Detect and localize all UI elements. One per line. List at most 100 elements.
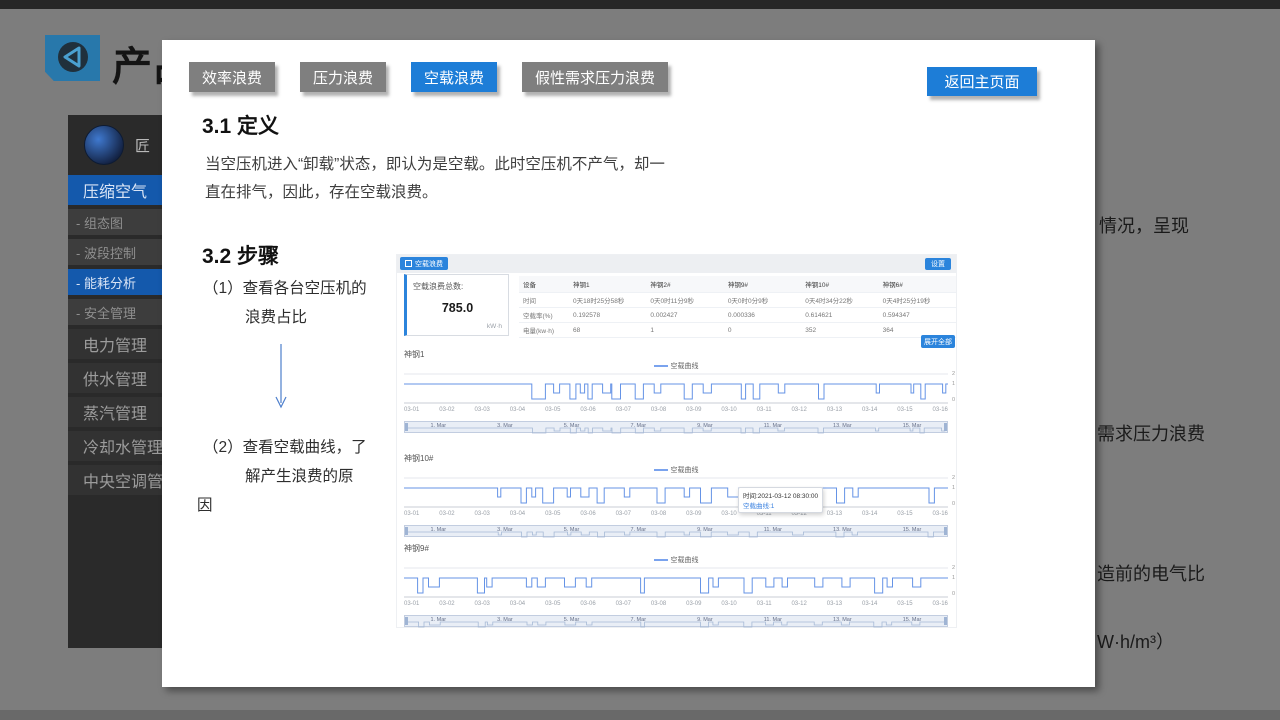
table-header-cell: 神钢1: [569, 279, 646, 289]
table-cell: 空载率(%): [519, 310, 569, 320]
flow-arrow-icon: [274, 343, 288, 411]
x-axis-tick: 03-09: [686, 407, 701, 413]
product-logo-badge[interactable]: [45, 35, 100, 81]
x-axis-tick: 03-10: [721, 511, 736, 517]
sidebar-item[interactable]: - 能耗分析: [68, 269, 162, 295]
sidebar-item[interactable]: 蒸汽管理: [68, 397, 162, 427]
chart-title: 神钢10#: [404, 453, 433, 464]
table-row: 空载率(%)0.1925780.0024270.0003360.6146210.…: [519, 308, 956, 323]
brush-tick: 3. Mar: [497, 527, 513, 533]
x-axis-tick: 03-08: [651, 601, 666, 607]
brush-tick: 5. Mar: [564, 527, 580, 533]
sidebar-item[interactable]: 中央空调管理: [68, 465, 162, 495]
table-cell: 0天18时25分58秒: [569, 295, 646, 305]
brush-tick: 11. Mar: [764, 423, 782, 429]
idle-waste-total-card: 空载浪费总数: 785.0 kW·h: [404, 274, 509, 336]
x-axis-ticks: 03-0103-0203-0303-0403-0503-0603-0703-08…: [404, 407, 948, 413]
datazoom-brush[interactable]: 1. Mar3. Mar5. Mar7. Mar9. Mar11. Mar13.…: [404, 525, 948, 537]
x-axis-tick: 03-09: [686, 511, 701, 517]
brush-tick: 9. Mar: [697, 527, 713, 533]
table-header-cell: 神钢9#: [724, 279, 801, 289]
dashboard-header: [397, 255, 956, 273]
datazoom-brush[interactable]: 1. Mar3. Mar5. Mar7. Mar9. Mar11. Mar13.…: [404, 615, 948, 627]
brush-tick: 3. Mar: [497, 617, 513, 623]
legend-label: 空载曲线: [671, 363, 699, 370]
return-home-button[interactable]: 返回主页面: [927, 67, 1037, 96]
brush-tick: 13. Mar: [833, 423, 852, 429]
x-axis-ticks: 03-0103-0203-0303-0403-0503-0603-0703-08…: [404, 511, 948, 517]
bottom-letterbox-bar: [0, 710, 1280, 720]
y-axis-label: 2: [952, 475, 955, 481]
brush-tick: 9. Mar: [697, 617, 713, 623]
step-2-text: （2）查看空载曲线，了: [203, 435, 367, 457]
datazoom-brush[interactable]: 1. Mar3. Mar5. Mar7. Mar9. Mar11. Mar13.…: [404, 421, 948, 433]
table-header-cell: 神钢10#: [801, 279, 878, 289]
brush-tick: 5. Mar: [564, 617, 580, 623]
tab-1[interactable]: 效率浪费: [189, 62, 275, 92]
chart-legend: 空载曲线: [404, 361, 948, 371]
table-cell: 0.192578: [569, 312, 646, 319]
x-axis-tick: 03-01: [404, 511, 419, 517]
sidebar-item[interactable]: 供水管理: [68, 363, 162, 393]
y-axis-label: 0: [952, 591, 955, 597]
x-axis-tick: 03-16: [933, 511, 948, 517]
tab-3[interactable]: 空载浪费: [411, 62, 497, 92]
brush-tick: 13. Mar: [833, 617, 852, 623]
chart-title: 神钢9#: [404, 543, 429, 554]
brush-tick: 1. Mar: [431, 527, 447, 533]
brush-tick: 15. Mar: [903, 527, 922, 533]
x-axis-tick: 03-16: [933, 407, 948, 413]
table-cell: 1: [646, 327, 723, 334]
y-axis-label: 0: [952, 501, 955, 507]
dashboard-screenshot: 空载浪费 设置 空载浪费总数: 785.0 kW·h 设备神钢1神钢2#神钢9#…: [396, 254, 957, 628]
device-table: 设备神钢1神钢2#神钢9#神钢10#神钢6#时间0天18时25分58秒0天0时1…: [519, 276, 956, 338]
back-arrow-icon: [45, 35, 100, 81]
x-axis-tick: 03-16: [933, 601, 948, 607]
tab-4[interactable]: 假性需求压力浪费: [522, 62, 668, 92]
x-axis-tick: 03-05: [545, 601, 560, 607]
sidebar-item[interactable]: - 安全管理: [68, 299, 162, 325]
sidebar-item[interactable]: 冷却水管理: [68, 431, 162, 461]
brush-tick: 1. Mar: [431, 423, 447, 429]
legend-line-icon: [654, 365, 668, 367]
dashboard-title: 空载浪费: [415, 259, 443, 269]
stat-value: 785.0: [407, 301, 508, 315]
x-axis-tick: 03-08: [651, 511, 666, 517]
table-cell: 68: [569, 327, 646, 334]
sidebar-item[interactable]: 电力管理: [68, 329, 162, 359]
steps-heading: 3.2 步骤: [202, 240, 279, 270]
definition-text-line: 直在排气，因此，存在空载浪费。: [205, 180, 438, 202]
chart-legend: 空载曲线: [404, 465, 948, 475]
brush-tick: 7. Mar: [630, 423, 646, 429]
sidebar-item[interactable]: 压缩空气: [68, 175, 162, 205]
x-axis-tick: 03-08: [651, 407, 666, 413]
table-cell: 0天4时34分22秒: [801, 295, 878, 305]
x-axis-tick: 03-14: [862, 511, 877, 517]
expand-all-button[interactable]: 展开全部: [921, 335, 955, 348]
sidebar-item[interactable]: - 波段控制: [68, 239, 162, 265]
brush-tick: 9. Mar: [697, 423, 713, 429]
x-axis-tick: 03-09: [686, 601, 701, 607]
brush-tick: 7. Mar: [630, 527, 646, 533]
table-cell: 352: [801, 327, 878, 334]
table-row: 电量(kw·h)6810352364: [519, 323, 956, 338]
x-axis-tick: 03-15: [897, 601, 912, 607]
y-axis-label: 0: [952, 397, 955, 403]
table-cell: 0: [724, 327, 801, 334]
x-axis-tick: 03-01: [404, 601, 419, 607]
definition-text-line: 当空压机进入“卸载”状态，即认为是空载。此时空压机不产气，却一: [205, 152, 665, 174]
legend-line-icon: [654, 559, 668, 561]
sidebar-item[interactable]: - 组态图: [68, 209, 162, 235]
settings-button[interactable]: 设置: [925, 258, 951, 270]
line-chart-plot: 210: [404, 565, 962, 599]
x-axis-tick: 03-03: [475, 601, 490, 607]
background-text-fragment: W·h/m³）: [1097, 628, 1174, 654]
x-axis-tick: 03-07: [616, 407, 631, 413]
tab-2[interactable]: 压力浪费: [300, 62, 386, 92]
table-header-cell: 神钢2#: [646, 279, 723, 289]
x-axis-tick: 03-01: [404, 407, 419, 413]
app-sidebar: 匠 压缩空气- 组态图- 波段控制- 能耗分析- 安全管理电力管理供水管理蒸汽管…: [68, 115, 162, 648]
table-header-cell: 神钢6#: [879, 279, 956, 289]
chart-title: 神钢1: [404, 349, 424, 360]
y-axis-labels: 210: [950, 565, 962, 599]
